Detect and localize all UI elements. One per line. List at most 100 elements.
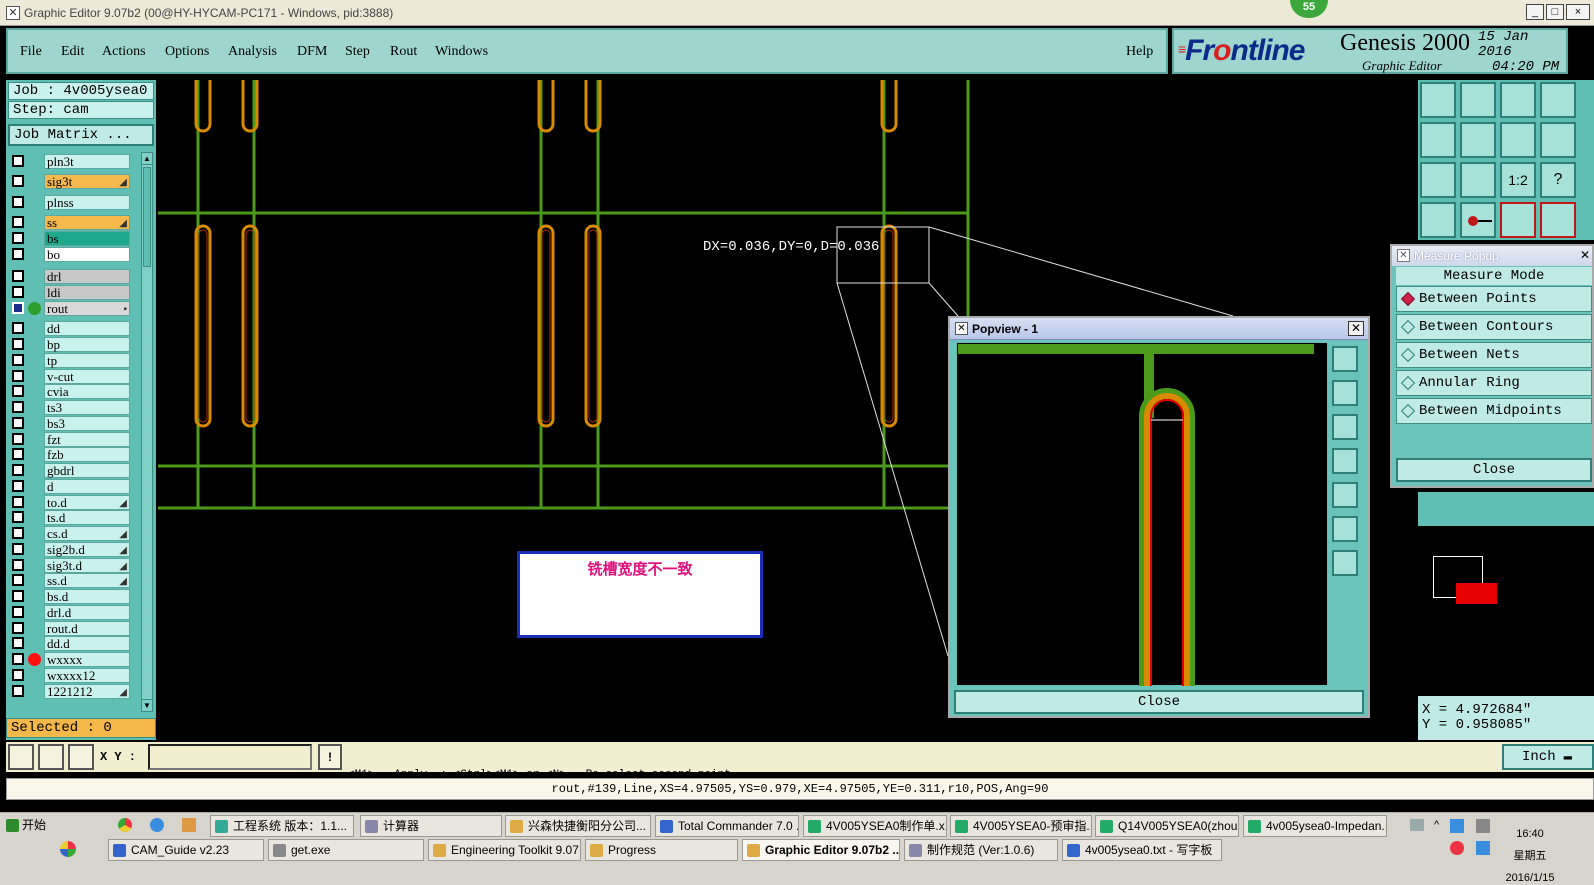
menu-analysis[interactable]: Analysis (228, 44, 277, 60)
layer-row-sig2b.d[interactable]: sig2b.d ◢ (10, 542, 130, 557)
minimize-button[interactable]: _ (1526, 4, 1544, 20)
taskbar-item[interactable]: Graphic Editor 9.07b2 ... (742, 839, 900, 861)
layer-row-bs[interactable]: bs (10, 231, 130, 246)
grid-mode-icon[interactable] (68, 744, 94, 770)
layer-row-1221212[interactable]: 1221212 ◢ (10, 684, 130, 699)
layer-checkbox[interactable] (12, 401, 24, 413)
popview-pan-left-icon[interactable] (1332, 448, 1358, 474)
settings-icon[interactable] (1420, 202, 1456, 238)
keyboard-icon[interactable] (1410, 819, 1424, 831)
menu-step[interactable]: Step (345, 44, 370, 60)
layer-checkbox[interactable] (12, 232, 24, 244)
taskbar-item[interactable]: Total Commander 7.0 ... (655, 815, 799, 837)
layer-checkbox[interactable] (12, 338, 24, 350)
ie-icon[interactable] (150, 818, 164, 832)
popview-pan-right-icon[interactable] (1332, 482, 1358, 508)
clock[interactable]: 16:40 星期五 2016/1/15 (1500, 823, 1560, 885)
measure-close-button[interactable]: Close (1396, 458, 1592, 482)
security-icon[interactable] (1450, 841, 1464, 855)
popview-canvas[interactable] (956, 342, 1328, 686)
taskbar-item[interactable]: get.exe (268, 839, 424, 861)
overview-map[interactable] (1418, 526, 1594, 696)
layer-row-ts.d[interactable]: ts.d (10, 510, 130, 525)
app-shortcut-icon[interactable] (182, 818, 196, 832)
measure-between-contours[interactable]: Between Contours (1396, 314, 1592, 340)
units-selector[interactable]: Inch ▬ (1502, 744, 1594, 770)
zoom-out-icon[interactable] (1460, 162, 1496, 198)
alert-icon[interactable]: ! (318, 744, 342, 770)
menu-dfm[interactable]: DFM (297, 44, 327, 60)
layer-checkbox[interactable] (12, 248, 24, 260)
layer-checkbox[interactable] (12, 590, 24, 602)
layer-row-to.d[interactable]: to.d ◢ (10, 495, 130, 510)
layer-row-fzt[interactable]: fzt (10, 432, 130, 447)
popview-pan-up-icon[interactable] (1332, 380, 1358, 406)
taskbar-item[interactable]: 计算器 (360, 815, 502, 837)
fit-vertical-icon[interactable] (1420, 162, 1456, 198)
layer-row-ss.d[interactable]: ss.d ◢ (10, 573, 130, 588)
layer-row-ts3[interactable]: ts3 (10, 400, 130, 415)
popview-close-icon[interactable]: ✕ (1348, 321, 1364, 336)
layer-row-cvia[interactable]: cvia (10, 384, 130, 399)
layer-row-pln3t[interactable]: pln3t (10, 154, 130, 169)
scroll-thumb[interactable] (143, 167, 151, 267)
layer-row-sig3t[interactable]: sig3t ◢ (10, 174, 130, 189)
popview-zoom-in-icon[interactable] (1332, 550, 1358, 576)
layer-checkbox[interactable] (12, 155, 24, 167)
layer-checkbox[interactable] (12, 370, 24, 382)
layer-row-dd[interactable]: dd (10, 321, 130, 336)
taskbar-item[interactable]: 兴森快捷衡阳分公司... (505, 815, 651, 837)
layer-row-tp[interactable]: tp (10, 353, 130, 368)
layer-row-rout.d[interactable]: rout.d (10, 621, 130, 636)
layer-row-rout[interactable]: rout ▪ (10, 301, 130, 316)
volume-icon[interactable] (1476, 819, 1490, 833)
measure-annular-ring[interactable]: Annular Ring (1396, 370, 1592, 396)
taskbar-item[interactable]: 工程系统 版本：1.1... (210, 815, 354, 837)
layer-list-scrollbar[interactable]: ▲ ▼ (141, 152, 153, 712)
maximize-button[interactable]: □ (1546, 4, 1564, 20)
layer-checkbox[interactable] (12, 385, 24, 397)
measure-between-nets[interactable]: Between Nets (1396, 342, 1592, 368)
layer-checkbox[interactable] (12, 511, 24, 523)
menu-help[interactable]: Help (1126, 44, 1153, 60)
network-icon[interactable] (1450, 819, 1464, 833)
taskbar-item[interactable]: 制作规范 (Ver:1.0.6) (904, 839, 1058, 861)
layer-checkbox[interactable] (12, 354, 24, 366)
zoom-house-icon[interactable] (1500, 82, 1536, 118)
net-2-icon[interactable] (1540, 202, 1576, 238)
xy-input[interactable] (148, 744, 312, 770)
layer-row-bs.d[interactable]: bs.d (10, 589, 130, 604)
layer-row-cs.d[interactable]: cs.d ◢ (10, 526, 130, 541)
scale-1-2-icon[interactable]: 1:2 (1500, 162, 1536, 198)
layer-checkbox[interactable] (12, 216, 24, 228)
menu-actions[interactable]: Actions (102, 44, 146, 60)
menu-edit[interactable]: Edit (61, 44, 84, 60)
layer-row-v-cut[interactable]: v-cut (10, 369, 130, 384)
layer-checkbox[interactable] (12, 175, 24, 187)
measure-popup-title-bar[interactable]: ✕ Measure Popup ✕ (1392, 246, 1592, 266)
pan-right-icon[interactable] (1460, 122, 1496, 158)
menu-rout[interactable]: Rout (390, 44, 417, 60)
taskbar-item[interactable]: 4v005ysea0.txt - 写字板 (1062, 839, 1222, 861)
layer-row-gbdrl[interactable]: gbdrl (10, 463, 130, 478)
taskbar-item[interactable]: CAM_Guide v2.23 (108, 839, 264, 861)
layer-row-sig3t.d[interactable]: sig3t.d ◢ (10, 558, 130, 573)
layer-checkbox[interactable] (12, 196, 24, 208)
layer-checkbox[interactable] (12, 685, 24, 697)
chat-icon[interactable] (1476, 841, 1490, 855)
taskbar-item[interactable]: Engineering Toolkit 9.07... (428, 839, 581, 861)
layer-checkbox[interactable] (12, 559, 24, 571)
popview-close-button[interactable]: Close (954, 690, 1364, 714)
layer-checkbox[interactable] (12, 527, 24, 539)
snap-icon[interactable] (1460, 202, 1496, 238)
snap-mode-icon[interactable] (8, 744, 34, 770)
layer-row-bp[interactable]: bp (10, 337, 130, 352)
layer-row-drl.d[interactable]: drl.d (10, 605, 130, 620)
job-matrix-button[interactable]: Job Matrix ... (8, 124, 154, 146)
layer-row-plnss[interactable]: plnss (10, 195, 130, 210)
taskbar-item[interactable]: Progress (585, 839, 738, 861)
layer-checkbox[interactable] (12, 543, 24, 555)
layer-row-bs3[interactable]: bs3 (10, 416, 130, 431)
layer-checkbox[interactable] (12, 653, 24, 665)
taskbar-item[interactable]: 4V005YSEA0制作单.x... (803, 815, 947, 837)
